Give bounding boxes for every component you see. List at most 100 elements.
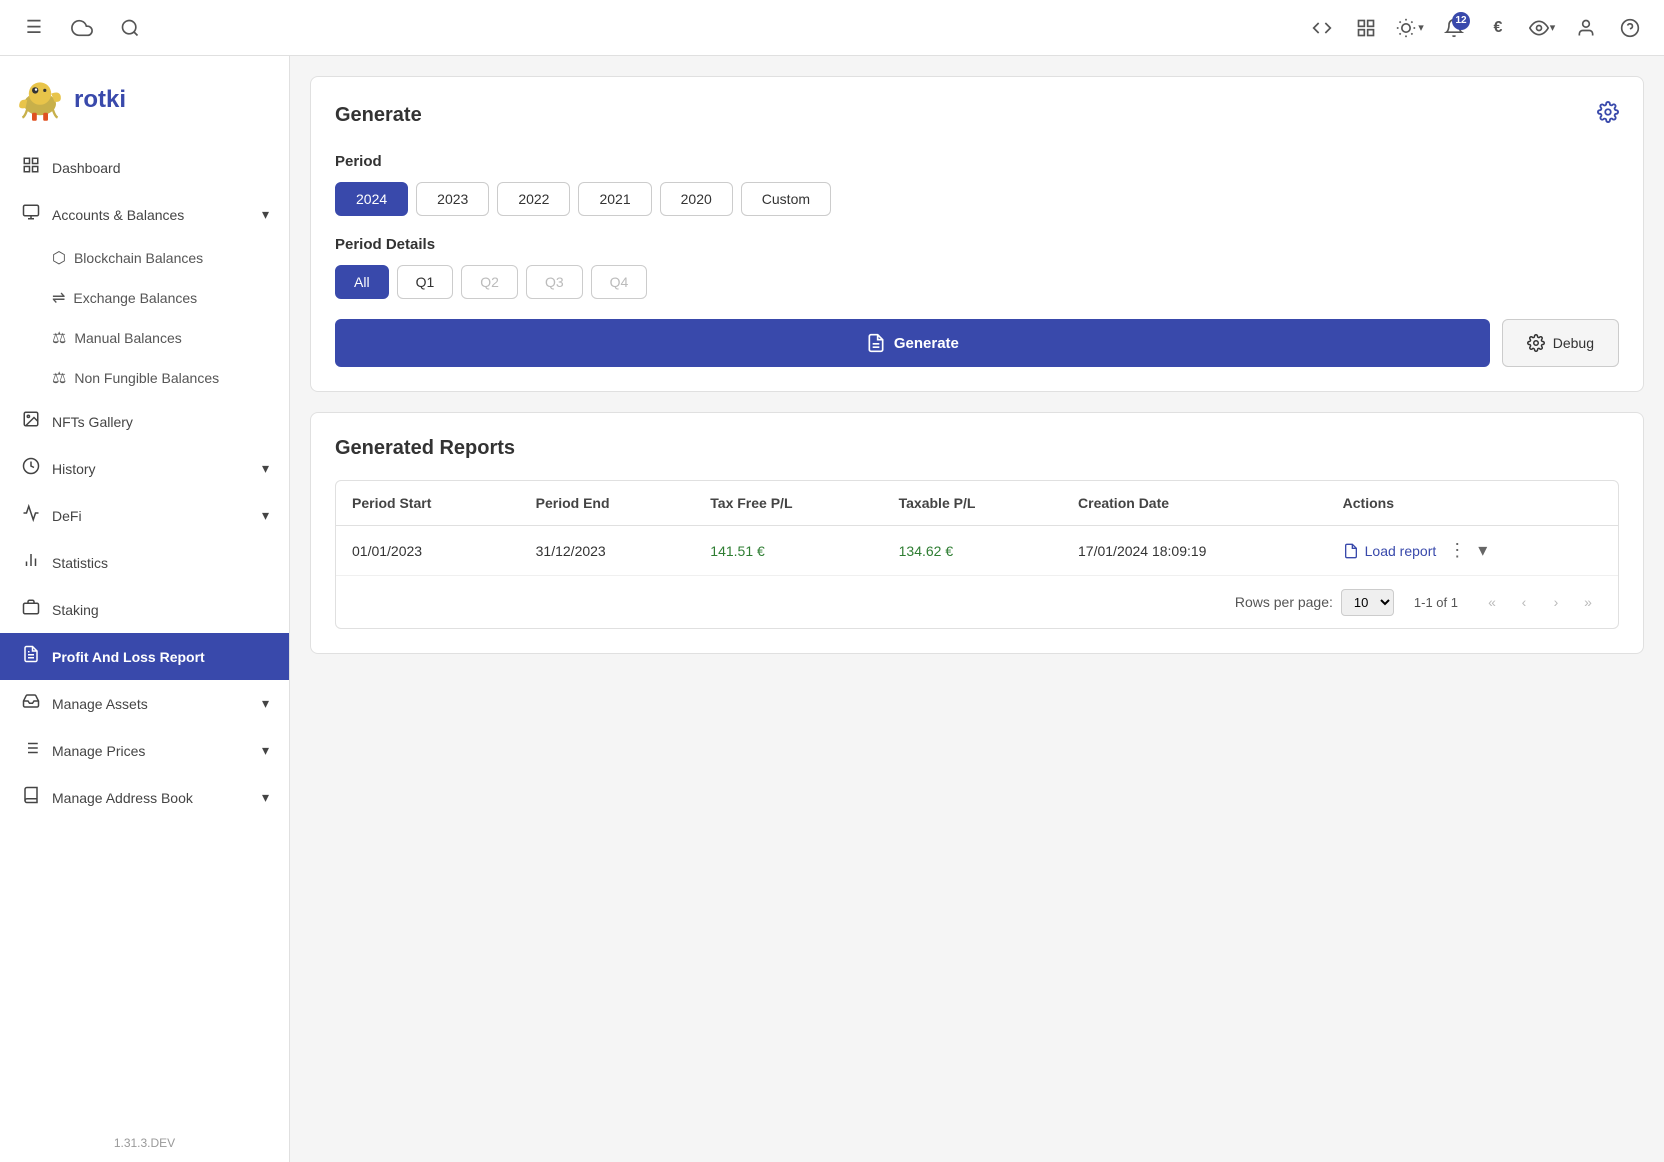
rows-per-page-label: Rows per page: [1235, 594, 1333, 610]
manage-prices-chevron: ▾ [262, 742, 269, 759]
actions-cell: Load report ⋮ ▾ [1343, 540, 1602, 561]
period-btn-2024[interactable]: 2024 [335, 182, 408, 216]
col-taxable-pl: Taxable P/L [883, 481, 1062, 526]
debug-btn-label: Debug [1553, 335, 1594, 351]
last-page-button[interactable]: » [1574, 588, 1602, 616]
nonfungible-icon: ⚖ [52, 368, 66, 388]
sidebar-item-manage-prices[interactable]: Manage Prices ▾ [0, 727, 289, 774]
eye-icon[interactable]: ▾ [1524, 10, 1560, 46]
sidebar-item-staking[interactable]: Staking [0, 586, 289, 633]
col-period-end: Period End [520, 481, 695, 526]
manual-balances-label: Manual Balances [74, 330, 181, 346]
cell-taxable-pl: 134.62 € [883, 526, 1062, 576]
profit-loss-icon [20, 645, 42, 668]
search-icon[interactable] [112, 10, 148, 46]
layout: rotki Dashboard Accounts & Balances [0, 56, 1664, 1162]
notification-badge: 12 [1452, 12, 1470, 30]
sidebar-item-statistics[interactable]: Statistics [0, 539, 289, 586]
menu-icon[interactable]: ☰ [16, 10, 52, 46]
sidebar-nav: Dashboard Accounts & Balances ▾ ⬡ Blockc… [0, 140, 289, 1124]
logo-icon [16, 76, 64, 124]
detail-btn-q3[interactable]: Q3 [526, 265, 583, 299]
period-details-label: Period Details [335, 236, 1619, 253]
sidebar-item-exchange-balances[interactable]: ⇌ Exchange Balances [0, 278, 289, 318]
currency-icon[interactable]: € [1480, 10, 1516, 46]
sidebar-item-nfts-gallery[interactable]: NFTs Gallery [0, 398, 289, 445]
reports-title: Generated Reports [335, 437, 1619, 460]
table-header-row: Period Start Period End Tax Free P/L Tax… [336, 481, 1618, 526]
sidebar: rotki Dashboard Accounts & Balances [0, 56, 290, 1162]
period-detail-buttons: All Q1 Q2 Q3 Q4 [335, 265, 1619, 299]
staking-icon [20, 598, 42, 621]
generate-btn-label: Generate [894, 335, 959, 352]
help-icon[interactable] [1612, 10, 1648, 46]
debug-button[interactable]: Debug [1502, 319, 1619, 367]
sidebar-item-manage-address-book[interactable]: Manage Address Book ▾ [0, 774, 289, 821]
action-buttons: Generate Debug [335, 319, 1619, 367]
sidebar-item-history-label: History [52, 461, 96, 477]
exchange-icon: ⇌ [52, 288, 65, 308]
period-btn-2021[interactable]: 2021 [578, 182, 651, 216]
sidebar-item-accounts-balances[interactable]: Accounts & Balances ▾ [0, 191, 289, 238]
sidebar-item-profit-loss[interactable]: Profit And Loss Report [0, 633, 289, 680]
next-page-button[interactable]: › [1542, 588, 1570, 616]
detail-btn-q4[interactable]: Q4 [591, 265, 648, 299]
statistics-icon [20, 551, 42, 574]
sidebar-item-accounts-label: Accounts & Balances [52, 207, 184, 223]
detail-btn-q1[interactable]: Q1 [397, 265, 454, 299]
generate-header: Generate [335, 101, 1619, 129]
expand-row-icon[interactable]: ▾ [1478, 540, 1487, 561]
load-report-button[interactable]: Load report [1343, 543, 1437, 559]
manage-prices-icon [20, 739, 42, 762]
detail-btn-q2[interactable]: Q2 [461, 265, 518, 299]
code-icon[interactable] [1304, 10, 1340, 46]
period-btn-2022[interactable]: 2022 [497, 182, 570, 216]
settings-gear-icon[interactable] [1597, 101, 1619, 129]
reports-table: Period Start Period End Tax Free P/L Tax… [336, 481, 1618, 575]
sidebar-item-profit-loss-label: Profit And Loss Report [52, 649, 205, 665]
sidebar-item-blockchain-balances[interactable]: ⬡ Blockchain Balances [0, 238, 289, 278]
table-row: 01/01/2023 31/12/2023 141.51 € 134.62 € … [336, 526, 1618, 576]
period-btn-2023[interactable]: 2023 [416, 182, 489, 216]
notification-icon[interactable]: 12 [1436, 10, 1472, 46]
sidebar-item-staking-label: Staking [52, 602, 99, 618]
sidebar-item-dashboard[interactable]: Dashboard [0, 144, 289, 191]
topbar-left: ☰ [16, 10, 148, 46]
prev-page-button[interactable]: ‹ [1510, 588, 1538, 616]
sidebar-item-manage-prices-label: Manage Prices [52, 743, 145, 759]
sidebar-item-manage-assets-label: Manage Assets [52, 696, 148, 712]
layout-icon[interactable] [1348, 10, 1384, 46]
sidebar-item-non-fungible-balances[interactable]: ⚖ Non Fungible Balances [0, 358, 289, 398]
accounts-chevron: ▾ [262, 206, 269, 223]
load-report-label: Load report [1365, 543, 1437, 559]
user-icon[interactable] [1568, 10, 1604, 46]
sidebar-item-manage-assets[interactable]: Manage Assets ▾ [0, 680, 289, 727]
sidebar-item-statistics-label: Statistics [52, 555, 108, 571]
sidebar-item-manual-balances[interactable]: ⚖ Manual Balances [0, 318, 289, 358]
period-label: Period [335, 153, 1619, 170]
more-options-icon[interactable]: ⋮ [1448, 540, 1466, 561]
theme-icon[interactable]: ▾ [1392, 10, 1428, 46]
sidebar-item-history[interactable]: History ▾ [0, 445, 289, 492]
sidebar-version: 1.31.3.DEV [0, 1124, 289, 1162]
col-tax-free-pl: Tax Free P/L [694, 481, 882, 526]
period-btn-2020[interactable]: 2020 [660, 182, 733, 216]
period-btn-custom[interactable]: Custom [741, 182, 831, 216]
sidebar-item-nfts-label: NFTs Gallery [52, 414, 133, 430]
col-actions: Actions [1327, 481, 1618, 526]
history-icon [20, 457, 42, 480]
generate-button[interactable]: Generate [335, 319, 1490, 367]
topbar: ☰ ▾ 12 € ▾ [0, 0, 1664, 56]
cloud-icon[interactable] [64, 10, 100, 46]
rows-per-page-select[interactable]: 10 25 50 [1341, 589, 1394, 616]
col-period-start: Period Start [336, 481, 520, 526]
blockchain-icon: ⬡ [52, 248, 66, 268]
exchange-balances-label: Exchange Balances [73, 290, 197, 306]
cell-tax-free-pl: 141.51 € [694, 526, 882, 576]
first-page-button[interactable]: « [1478, 588, 1506, 616]
blockchain-balances-label: Blockchain Balances [74, 250, 203, 266]
sidebar-item-defi[interactable]: DeFi ▾ [0, 492, 289, 539]
reports-table-wrapper: Period Start Period End Tax Free P/L Tax… [335, 480, 1619, 629]
detail-btn-all[interactable]: All [335, 265, 389, 299]
history-chevron: ▾ [262, 460, 269, 477]
